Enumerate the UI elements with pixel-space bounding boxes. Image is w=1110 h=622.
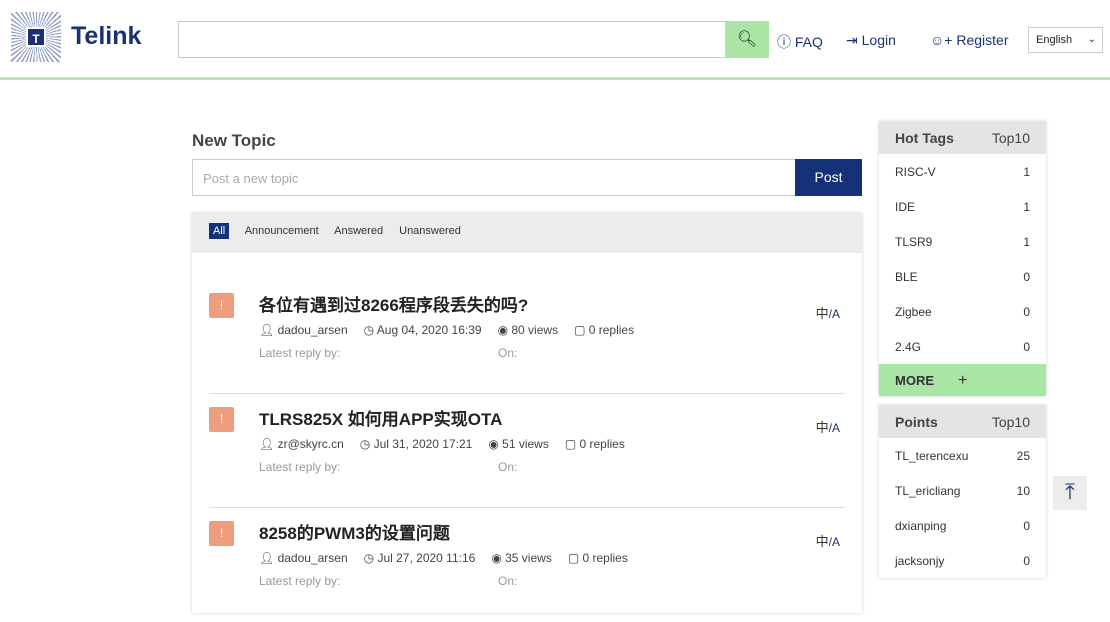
tag-item[interactable]: IDE 1 (879, 189, 1046, 224)
language-tag: 中/A (815, 420, 840, 435)
language-select[interactable]: English ⌄ (1028, 27, 1103, 53)
question-icon: ⓘ (777, 34, 791, 50)
tag-item[interactable]: TLSR9 1 (879, 224, 1046, 259)
tab-announcement[interactable]: Announcement (245, 225, 319, 237)
latest-reply-on: On: (498, 574, 518, 588)
views: ◉ 51 views (488, 437, 549, 451)
language-tag: 中/A (815, 306, 840, 321)
topic-list-panel: All Announcement Answered Unanswered ! 各… (192, 213, 862, 613)
author[interactable]: 👤︎ dadou_arsen (259, 323, 348, 337)
language-tag: 中/A (815, 534, 840, 549)
latest-reply-on: On: (498, 346, 518, 360)
login-link[interactable]: ⇥ Login (846, 32, 896, 49)
replies: ▢ 0 replies (564, 437, 625, 451)
exclamation-icon: ! (209, 407, 234, 432)
tag-item[interactable]: RISC-V 1 (879, 154, 1046, 189)
topic-title[interactable]: 8258的PWM3的设置问题 (259, 519, 450, 544)
search-icon: 🔍︎ (736, 31, 758, 48)
author[interactable]: 👤︎ zr@skyrc.cn (259, 437, 344, 451)
points-item[interactable]: TL_ericliang 10 (879, 473, 1046, 508)
tab-all[interactable]: All (209, 223, 230, 239)
topic-item[interactable]: ! TLRS825X 如何用APP实现OTA 👤︎ zr@skyrc.cn ◷ J… (209, 395, 845, 508)
plus-icon: + (958, 372, 968, 389)
tag-item[interactable]: 2.4G 0 (879, 329, 1046, 364)
arrow-up-icon: ⤒ (1065, 479, 1075, 504)
tab-unanswered[interactable]: Unanswered (399, 225, 461, 237)
filter-tabs: All Announcement Answered Unanswered (192, 213, 862, 253)
topic-item[interactable]: ! 8258的PWM3的设置问题 👤︎ dadou_arsen ◷ Jul 27,… (209, 509, 845, 622)
page-title: New Topic (192, 131, 276, 150)
topic-title[interactable]: 各位有遇到过8266程序段丢失的吗? (259, 291, 528, 316)
faq-link[interactable]: ⓘ FAQ (777, 32, 823, 52)
back-to-top-button[interactable]: ⤒ (1053, 476, 1087, 510)
exclamation-icon: ! (209, 293, 234, 318)
points-item[interactable]: jacksonjy 0 (879, 543, 1046, 578)
replies: ▢ 0 replies (567, 551, 628, 565)
points-item[interactable]: dxianping 0 (879, 508, 1046, 543)
search-input[interactable] (178, 21, 726, 58)
tab-answered[interactable]: Answered (334, 225, 383, 237)
latest-reply: Latest reply by: (259, 574, 341, 588)
views: ◉ 80 views (497, 323, 559, 337)
latest-reply-on: On: (498, 460, 518, 474)
more-tags-button[interactable]: MORE + (879, 364, 1046, 396)
post-button[interactable]: Post (795, 159, 862, 196)
tag-item[interactable]: Zigbee 0 (879, 294, 1046, 329)
date: ◷ Aug 04, 2020 16:39 (363, 323, 482, 337)
points-panel: Points Top10 TL_terencexu 25 TL_ericliang 1… (879, 405, 1046, 578)
author[interactable]: 👤︎ dadou_arsen (259, 551, 348, 565)
brand-name[interactable]: Telink (71, 22, 141, 51)
search-button[interactable]: 🔍︎ (725, 21, 769, 58)
topic-title[interactable]: TLRS825X 如何用APP实现OTA (259, 405, 502, 430)
latest-reply: Latest reply by: (259, 346, 341, 360)
date: ◷ Jul 27, 2020 11:16 (363, 551, 476, 565)
date: ◷ Jul 31, 2020 17:21 (359, 437, 473, 451)
chevron-down-icon: ⌄ (1087, 34, 1096, 45)
views: ◉ 35 views (491, 551, 552, 565)
latest-reply: Latest reply by: (259, 460, 341, 474)
replies: ▢ 0 replies (574, 323, 635, 337)
topic-item[interactable]: ! 各位有遇到过8266程序段丢失的吗? 👤︎ dadou_arsen ◷ Aug… (209, 281, 845, 394)
points-item[interactable]: TL_terencexu 25 (879, 438, 1046, 473)
telink-logo[interactable]: T (11, 12, 61, 62)
new-topic-input[interactable]: Post a new topic (192, 159, 796, 196)
tag-item[interactable]: BLE 0 (879, 259, 1046, 294)
add-user-icon: ☺+ (930, 32, 953, 48)
register-link[interactable]: ☺+ Register (930, 32, 1009, 48)
header: T Telink 🔍︎ ⓘ FAQ ⇥ Login ☺+ Register En… (0, 0, 1110, 80)
hot-tags-panel: Hot Tags Top10 RISC-V 1 IDE 1 TLSR9 1 BLE 0 Z… (879, 121, 1046, 396)
exclamation-icon: ! (209, 521, 234, 546)
login-icon: ⇥ (846, 32, 858, 48)
